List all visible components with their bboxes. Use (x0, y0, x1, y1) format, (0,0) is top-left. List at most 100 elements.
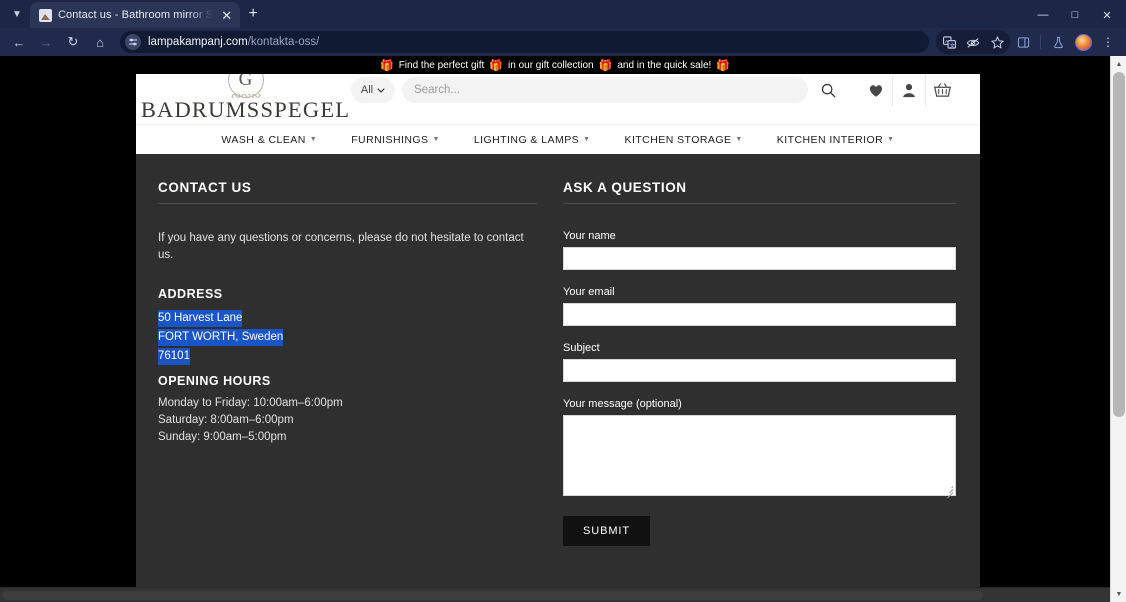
hours-line: Monday to Friday: 10:00am–6:00pm (158, 395, 537, 412)
flask-icon[interactable] (1046, 30, 1070, 54)
gift-icon: 🎁 (599, 59, 613, 72)
hours-line: Saturday: 8:00am–6:00pm (158, 412, 537, 429)
nav-label: KITCHEN INTERIOR (777, 134, 883, 146)
promo-banner[interactable]: 🎁 Find the perfect gift 🎁 in our gift co… (0, 56, 1110, 74)
close-icon[interactable]: ✕ (219, 9, 234, 22)
address-bar[interactable]: lampakampanj.com/kontakta-oss/ (120, 31, 929, 53)
nav-item-kitchen-interior[interactable]: KITCHEN INTERIOR ▼ (777, 134, 895, 146)
opening-hours-block: Monday to Friday: 10:00am–6:00pm Saturda… (158, 395, 537, 446)
name-field-label: Your name (563, 230, 956, 242)
address-line: 76101 (158, 348, 190, 365)
header-icon-group (859, 73, 958, 107)
wishlist-heart-icon[interactable] (859, 73, 892, 107)
minimize-icon[interactable]: — (1028, 4, 1058, 26)
bookmark-star-icon[interactable] (985, 30, 1009, 54)
nav-label: FURNISHINGS (351, 134, 428, 146)
search-area: All Search... (333, 77, 859, 103)
nav-label: LIGHTING & LAMPS (474, 134, 579, 146)
tab-search-chevron-icon[interactable]: ▼ (4, 1, 30, 27)
browser-toolbar: ← → ↻ ⌂ lampakampanj.com/kontakta-oss/ (0, 28, 1126, 56)
hours-line: Sunday: 9:00am–5:00pm (158, 429, 537, 446)
tab-strip: ▼ Contact us - Bathroom mirror S ✕ + — □… (0, 0, 1126, 28)
forward-arrow-icon[interactable]: → (33, 30, 59, 54)
nav-label: KITCHEN STORAGE (625, 134, 732, 146)
nav-item-lighting-lamps[interactable]: LIGHTING & LAMPS ▼ (474, 134, 591, 146)
profile-avatar[interactable] (1071, 30, 1095, 54)
resize-handle-icon[interactable] (944, 484, 954, 494)
scrollbar-thumb[interactable] (1113, 72, 1125, 417)
submit-button[interactable]: SUBMIT (563, 516, 650, 546)
address-heading: ADDRESS (158, 287, 537, 301)
form-title: ASK A QUESTION (563, 180, 956, 203)
reload-icon[interactable]: ↻ (60, 30, 86, 54)
name-input[interactable] (563, 247, 956, 270)
title-divider (158, 203, 537, 204)
main-navigation: WASH & CLEAN ▼ FURNISHINGS ▼ LIGHTING & … (136, 124, 980, 154)
logo-wordmark: BADRUMSSPEGEL (141, 99, 350, 122)
main-content: CONTACT US If you have any questions or … (136, 154, 980, 586)
tune-icon[interactable] (125, 34, 141, 50)
page-content-area: 🎁 Find the perfect gift 🎁 in our gift co… (0, 56, 1110, 602)
caret-up-icon[interactable]: ▲ (1111, 56, 1126, 72)
contact-intro-text: If you have any questions or concerns, p… (158, 230, 537, 265)
promo-text-3[interactable]: and in the quick sale! (617, 60, 711, 71)
contact-form-column: ASK A QUESTION Your name Your email Subj… (563, 180, 956, 546)
page-title: CONTACT US (158, 180, 537, 203)
eye-slash-icon[interactable] (961, 30, 985, 54)
nav-item-wash-clean[interactable]: WASH & CLEAN ▼ (221, 134, 317, 146)
split-screen-icon[interactable] (1011, 30, 1035, 54)
chevron-down-icon: ▼ (735, 136, 742, 143)
translate-icon[interactable]: A 文 (937, 30, 961, 54)
toolbar-divider (1040, 35, 1041, 49)
message-textarea[interactable] (563, 415, 956, 496)
promo-text-1: Find the perfect gift (399, 60, 485, 71)
email-field-label: Your email (563, 286, 956, 298)
subject-input[interactable] (563, 359, 956, 382)
address-block: 50 Harvest Lane FORT WORTH, Sweden 76101 (158, 308, 537, 365)
nav-item-furnishings[interactable]: FURNISHINGS ▼ (351, 134, 440, 146)
browser-tab[interactable]: Contact us - Bathroom mirror S ✕ (30, 2, 240, 28)
cart-basket-icon[interactable] (925, 73, 958, 107)
gift-icon: 🎁 (380, 59, 394, 72)
horizontal-scrollbar[interactable] (0, 587, 1110, 602)
chevron-down-icon: ▼ (887, 136, 894, 143)
account-person-icon[interactable] (892, 73, 925, 107)
caret-down-icon[interactable]: ▼ (1111, 586, 1126, 602)
nav-item-kitchen-storage[interactable]: KITCHEN STORAGE ▼ (625, 134, 743, 146)
gift-icon: 🎁 (716, 59, 730, 72)
search-category-label: All (361, 84, 373, 96)
search-category-dropdown[interactable]: All (351, 77, 395, 103)
toolbar-actions: A 文 (936, 30, 1120, 54)
address-line: 50 Harvest Lane (158, 310, 242, 327)
omnibox-actions-group: A 文 (936, 30, 1010, 54)
tab-title: Contact us - Bathroom mirror S (58, 9, 213, 21)
scrollbar-thumb[interactable] (3, 591, 983, 600)
window-controls: — □ ✕ (1028, 4, 1122, 26)
url-path: /kontakta-oss/ (248, 36, 320, 48)
url-domain: lampakampanj.com (148, 36, 248, 48)
email-input[interactable] (563, 303, 956, 326)
vertical-scrollbar[interactable]: ▲ ▼ (1110, 56, 1126, 602)
back-arrow-icon[interactable]: ← (6, 30, 32, 54)
plus-icon[interactable]: + (240, 1, 266, 27)
search-input[interactable]: Search... (402, 77, 808, 103)
gift-icon: 🎁 (489, 59, 503, 72)
close-icon[interactable]: ✕ (1092, 4, 1122, 26)
form-title-divider (563, 203, 956, 204)
contact-info-column: CONTACT US If you have any questions or … (158, 180, 563, 546)
message-field-label: Your message (optional) (563, 398, 956, 410)
url-text: lampakampanj.com/kontakta-oss/ (148, 36, 319, 48)
address-line: FORT WORTH, Sweden (158, 329, 283, 346)
subject-field-label: Subject (563, 342, 956, 354)
chevron-down-icon (377, 84, 385, 96)
promo-text-2[interactable]: in our gift collection (508, 60, 594, 71)
chevron-down-icon: ▼ (583, 136, 590, 143)
home-icon[interactable]: ⌂ (87, 30, 113, 54)
chevron-down-icon: ▼ (432, 136, 439, 143)
search-icon[interactable] (815, 77, 841, 103)
maximize-icon[interactable]: □ (1060, 4, 1090, 26)
chevron-down-icon: ▼ (310, 136, 317, 143)
page-favicon (39, 9, 52, 22)
more-menu-icon[interactable]: ⋮ (1096, 30, 1120, 54)
opening-hours-heading: OPENING HOURS (158, 374, 537, 388)
